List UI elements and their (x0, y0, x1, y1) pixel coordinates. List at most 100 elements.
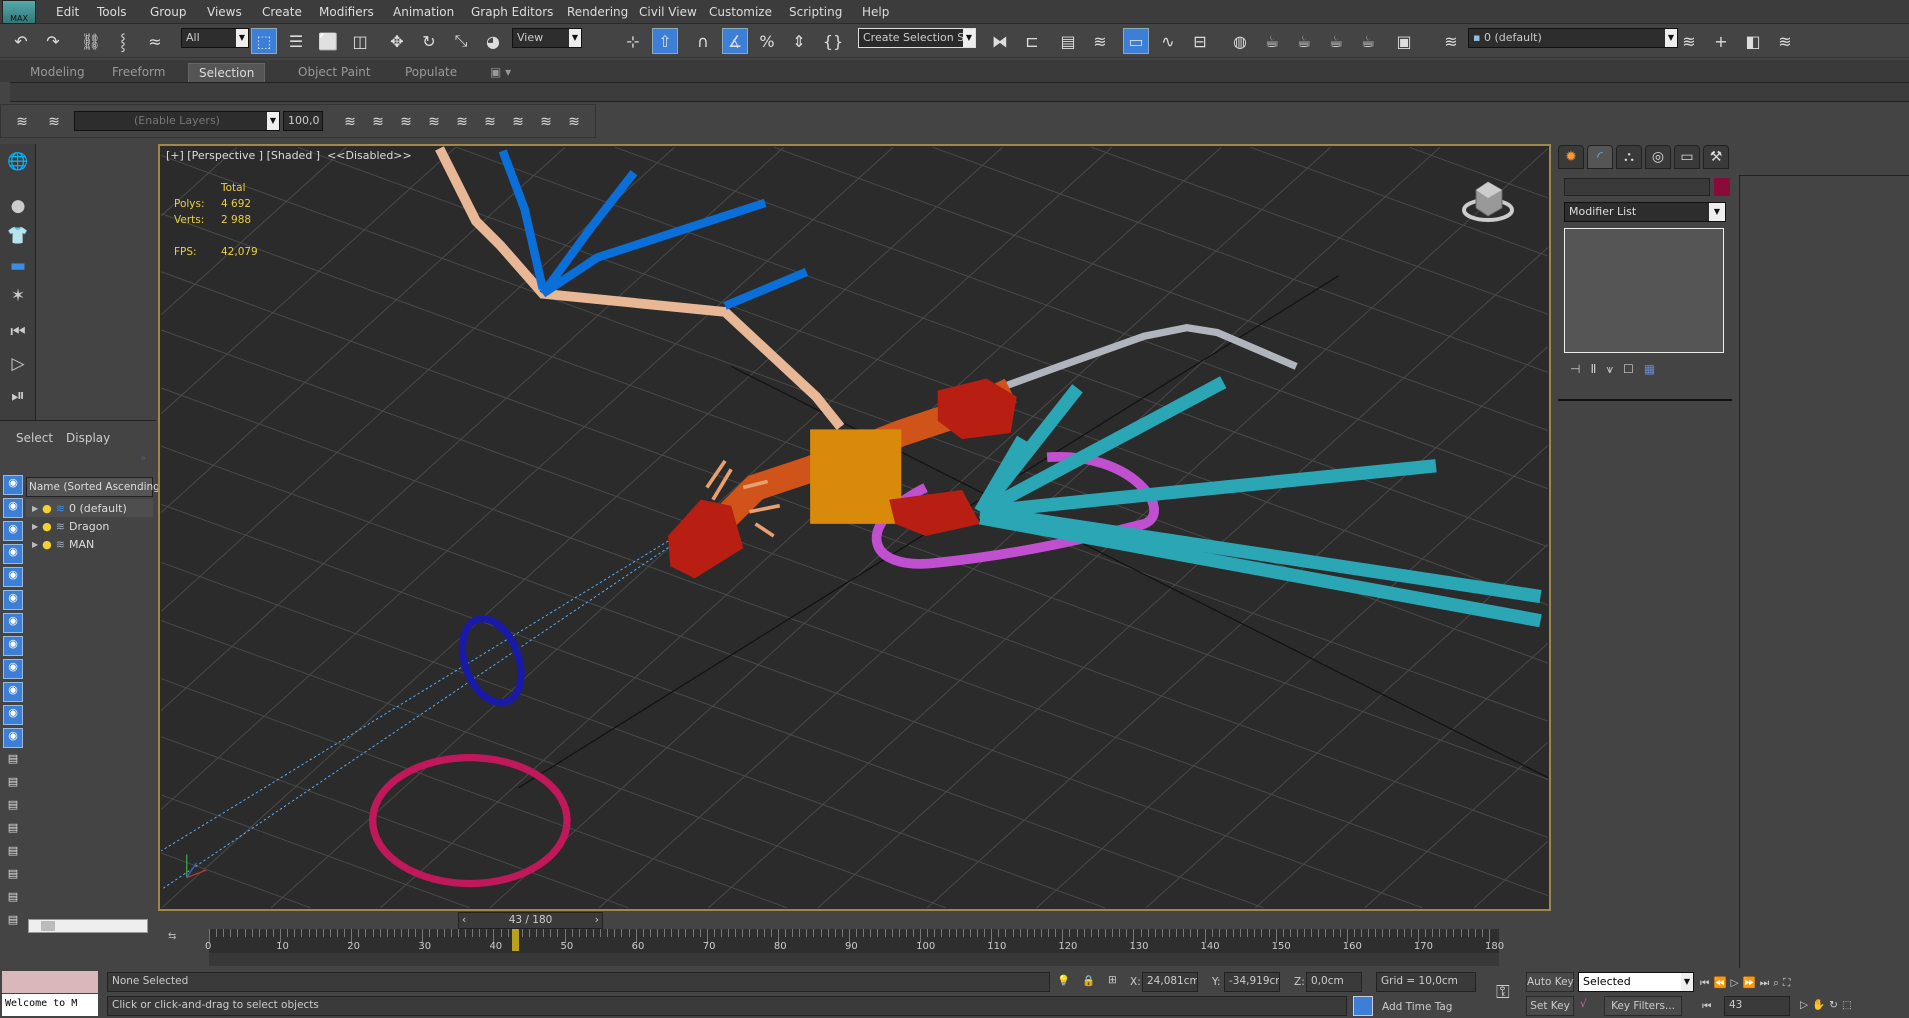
ribbon-tab-modeling[interactable]: Modeling (20, 63, 95, 82)
schematic-view-icon[interactable]: ⊟ (1187, 28, 1213, 54)
undo-icon[interactable]: ↶ (8, 28, 34, 54)
add-time-tag-button[interactable]: Add Time Tag (1382, 1001, 1452, 1013)
ribbon-tab-freeform[interactable]: Freeform (102, 63, 175, 82)
curve-icon[interactable]: √ (1580, 998, 1587, 1010)
zoom-icon[interactable]: ⌕ (1773, 977, 1783, 989)
explorer-tab-select[interactable]: Select (16, 431, 53, 445)
current-frame-marker[interactable] (511, 929, 519, 951)
visibility-bulb-icon[interactable]: ● (42, 520, 52, 533)
explorer-tab-display[interactable]: Display (66, 431, 110, 445)
ribbon-tab-object-paint[interactable]: Object Paint (288, 63, 381, 82)
unlink-icon[interactable]: ⸾ (110, 28, 136, 54)
column-header-name[interactable]: Name (Sorted Ascending) (26, 477, 164, 497)
visibility-bulb-icon[interactable]: ● (42, 502, 52, 515)
object-color-swatch[interactable] (1714, 178, 1730, 196)
key-mode-toggle-icon[interactable]: ⏮ (1702, 1000, 1711, 1013)
key-filters-button[interactable]: Key Filters... (1604, 996, 1682, 1016)
finger-bone[interactable] (539, 170, 638, 297)
display-containers-icon[interactable]: ◉ (3, 682, 23, 702)
layer-explorer-icon[interactable]: ≋ (1087, 28, 1113, 54)
absolute-mode-icon[interactable]: ⊞ (1108, 974, 1117, 986)
layer-select-icon[interactable]: ≋ (449, 109, 475, 135)
render-frame-window-icon[interactable]: ▣ (1391, 28, 1417, 54)
dragon-horn[interactable] (754, 522, 775, 538)
window-crossing-icon[interactable]: ◫ (347, 28, 373, 54)
viewport-label-menu[interactable]: [+] [Perspective ] [Shaded ] <<Disabled>… (166, 149, 412, 162)
toggle-scene-explorer-icon[interactable]: ▤ (1055, 28, 1081, 54)
tail-bone-chain[interactable] (991, 323, 1298, 395)
angle-snap-icon[interactable]: ∡ (722, 28, 748, 54)
display-helpers-icon[interactable]: ◉ (3, 567, 23, 587)
lock-selection-icon[interactable]: 🔒 (1082, 974, 1095, 987)
menu-edit[interactable]: Edit (56, 5, 79, 19)
display-spacewarps-icon[interactable]: ◉ (3, 590, 23, 610)
set-key-button[interactable]: Set Key (1526, 996, 1574, 1016)
show-end-result-icon[interactable]: Ⅱ (1590, 362, 1606, 376)
perspective-viewport[interactable]: [+] [Perspective ] [Shaded ] <<Disabled>… (158, 144, 1551, 911)
menu-modifiers[interactable]: Modifiers (319, 5, 374, 19)
menu-group[interactable]: Group (150, 5, 187, 19)
menu-tools[interactable]: Tools (97, 5, 127, 19)
ribbon-tab-selection[interactable]: Selection (188, 63, 266, 82)
sphere-icon[interactable]: ● (6, 196, 30, 220)
go-to-start-icon[interactable]: ⏮ (1700, 977, 1713, 989)
z-coordinate-field[interactable]: 0,0cm (1306, 972, 1362, 992)
align-icon[interactable]: ⊏ (1019, 28, 1045, 54)
layer-value-spinner[interactable]: 100,0 (283, 111, 323, 131)
previous-frame-icon[interactable]: ⏪ (1713, 977, 1730, 989)
dotted-link-line[interactable] (160, 535, 677, 852)
app-logo-button[interactable]: MAX (2, 0, 36, 24)
scene-explorer-icon[interactable]: 🌐 (6, 152, 30, 176)
create-icon[interactable]: ✹ (1558, 145, 1584, 169)
display-invert-icon[interactable]: ▤ (3, 797, 23, 817)
orbit-icon[interactable]: ↻ (1829, 999, 1842, 1011)
arm-bone-chain[interactable] (435, 146, 845, 431)
utilities-icon[interactable]: ⚒ (1703, 145, 1729, 169)
layers-icon[interactable]: ≋ (9, 109, 35, 135)
create-layer-icon[interactable]: ≋ (1676, 28, 1702, 54)
maxscript-listener-input[interactable]: Welcome to M (2, 994, 98, 1016)
scene-canvas[interactable] (160, 146, 1549, 909)
ribbon-icon[interactable]: ▭ (1123, 28, 1149, 54)
step-gear-icon[interactable]: ⏯ (6, 386, 30, 410)
configure-modifier-sets-icon[interactable]: ▦ (1644, 362, 1665, 376)
menu-views[interactable]: Views (207, 5, 242, 19)
hierarchy-icon[interactable]: ⛬ (1616, 145, 1642, 169)
set-key-mode-icon[interactable]: ⚿ (1496, 982, 1510, 1003)
display-children-icon[interactable]: ▤ (3, 820, 23, 840)
biped-icon[interactable]: ✶ (6, 286, 30, 310)
named-selection-dropdown[interactable]: Create Selection Se ▼ (858, 28, 976, 48)
menu-civil-view[interactable]: Civil View (639, 5, 697, 19)
next-frame-icon[interactable]: ⏩ (1743, 977, 1760, 989)
manipulate-icon[interactable]: ⇧ (652, 28, 678, 54)
auto-key-button[interactable]: Auto Key (1526, 972, 1574, 992)
layer-select-dropdown[interactable]: (Enable Layers) ▼ (74, 111, 280, 131)
layer-row[interactable]: ▶ ● ≋ MAN (26, 535, 153, 553)
render-iterative-icon[interactable]: ☕ (1355, 28, 1381, 54)
display-xrefs-icon[interactable]: ◉ (3, 636, 23, 656)
mini-curve-editor-icon[interactable]: ⇆ (168, 931, 176, 942)
redo-icon[interactable]: ↷ (40, 28, 66, 54)
expand-arrow-icon[interactable]: ▶ (32, 522, 38, 531)
bind-space-warp-icon[interactable]: ≈ (142, 28, 168, 54)
display-cameras-icon[interactable]: ◉ (3, 544, 23, 564)
time-tag-icon[interactable] (1353, 996, 1373, 1016)
pan-icon[interactable]: ✋ (1812, 999, 1829, 1011)
track-bar[interactable]: 0 10 20 30 40 50 60 70 80 90 100 110 120 130 140 150 160… (205, 929, 1504, 966)
ribbon-options-icon[interactable]: ▣ ▾ (480, 63, 521, 82)
layer-row[interactable]: ▶ ● ≋ 0 (default) (26, 499, 153, 517)
layer-remove-icon[interactable]: ≋ (421, 109, 447, 135)
display-all-icon[interactable]: ▤ (3, 751, 23, 771)
snap-3-icon[interactable]: ∩ (690, 28, 716, 54)
modify-icon[interactable]: ◜ (1587, 145, 1613, 169)
object-name-field[interactable] (1564, 178, 1710, 196)
play-icon[interactable]: ▷ (1731, 977, 1743, 989)
layer-row[interactable]: ▶ ● ≋ Dragon (26, 517, 153, 535)
rendered-frame-icon[interactable]: ☕ (1291, 28, 1317, 54)
link-icon[interactable]: ⛓ (78, 28, 104, 54)
rect-selection-icon[interactable]: ⬜ (315, 28, 341, 54)
layer-properties-icon[interactable]: ≋ (561, 109, 587, 135)
expand-icon[interactable]: » (140, 453, 146, 464)
display-influences-icon[interactable]: ▤ (3, 843, 23, 863)
menu-help[interactable]: Help (862, 5, 889, 19)
